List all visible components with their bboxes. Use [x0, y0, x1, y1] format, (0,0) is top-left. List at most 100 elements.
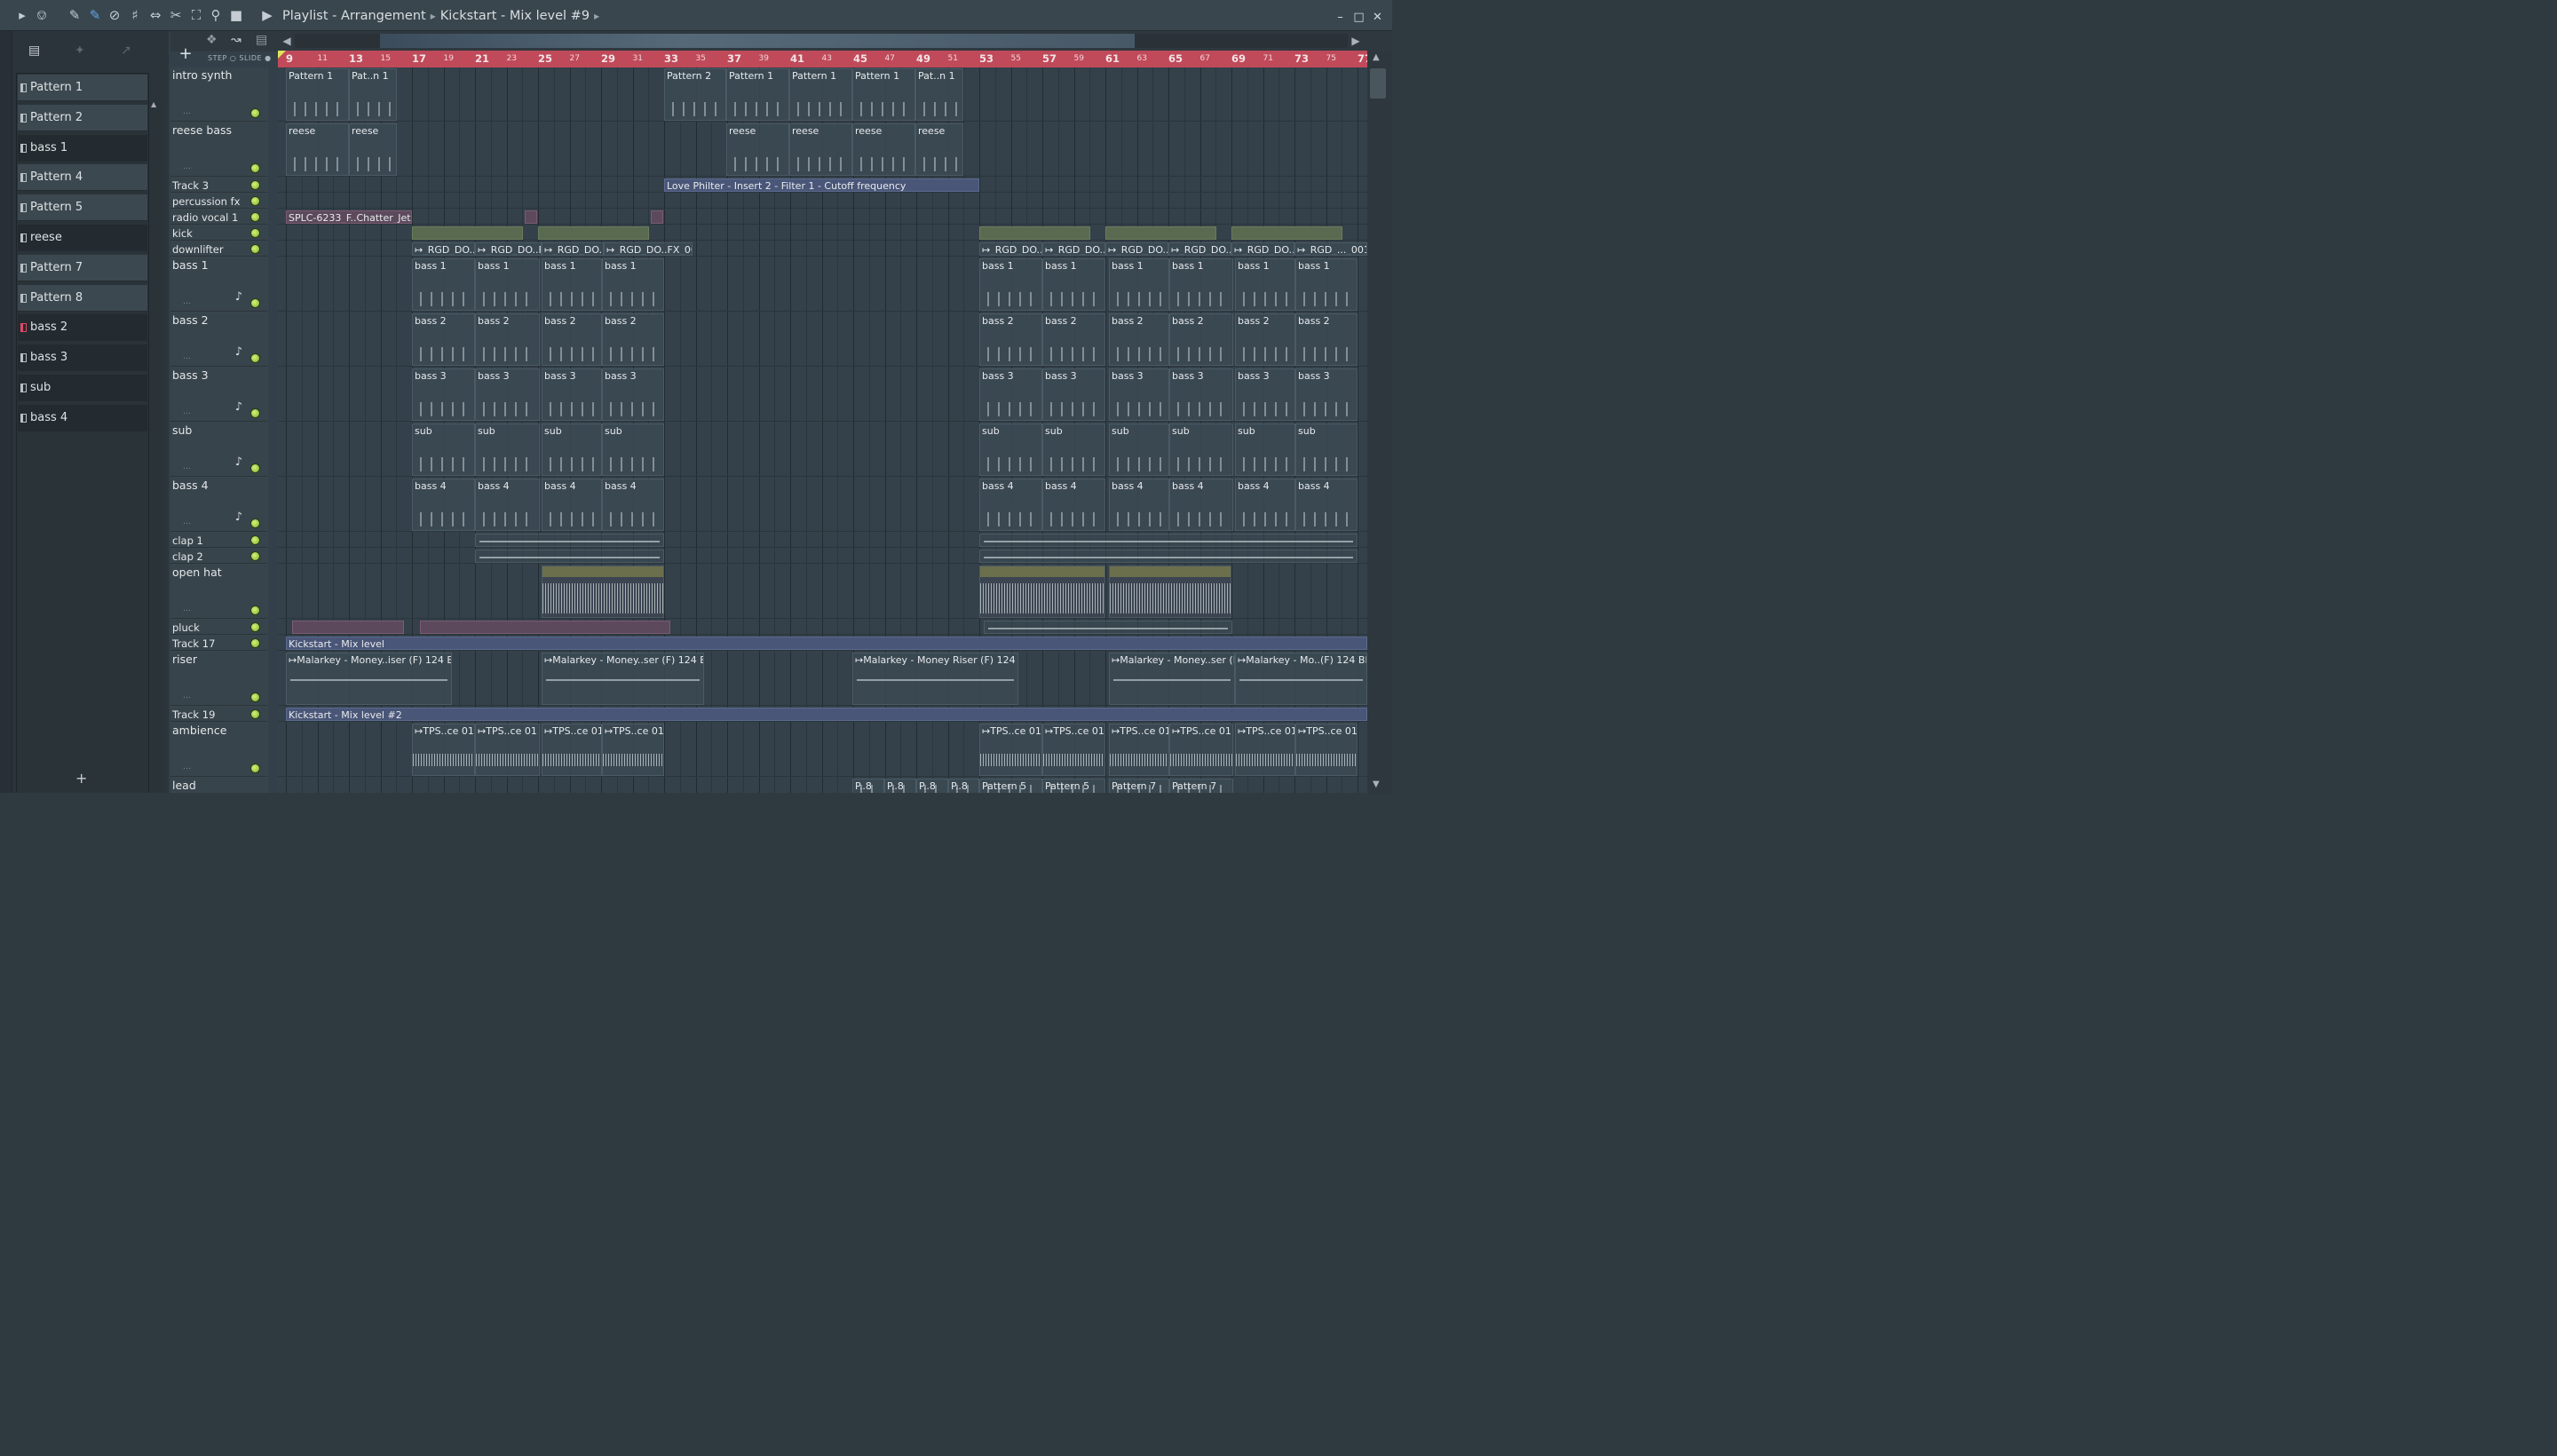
track-enable-led[interactable] [250, 108, 260, 118]
track-resize-handle[interactable]: … [183, 763, 191, 772]
track-enable-led[interactable] [250, 196, 260, 206]
breadcrumb-playlist[interactable]: Playlist - Arrangement [282, 7, 426, 25]
playlist-clip[interactable]: TPS..ce 01 [542, 724, 602, 776]
playlist-clip[interactable]: bass 4 [542, 479, 602, 531]
playlist-clip[interactable] [979, 534, 1358, 547]
playlist-clip[interactable]: Pattern 1 [726, 68, 789, 121]
playhead-marker[interactable] [278, 51, 286, 59]
playlist-clip[interactable]: TPS..ce 01 [1295, 724, 1358, 776]
playlist-clip[interactable] [984, 621, 1232, 634]
close-button[interactable]: ✕ [1368, 11, 1387, 24]
scroll-right-icon[interactable]: ▶ [1350, 34, 1362, 48]
playlist-clip[interactable]: reese [726, 123, 789, 176]
select-icon[interactable]: ⛶ [188, 7, 204, 23]
track-header[interactable]: pluck [170, 620, 267, 635]
playlist-clip[interactable]: bass 4 [1235, 479, 1295, 531]
playlist-clip[interactable]: sub [1109, 423, 1169, 476]
curve-icon[interactable]: ↝ [231, 33, 241, 47]
playlist-clip[interactable] [538, 226, 649, 240]
playlist-clip[interactable]: _RGD_DO..F [1042, 242, 1105, 256]
pattern-item[interactable]: Pattern 2 [18, 104, 147, 131]
speaker-icon[interactable]: ▶ [259, 7, 275, 23]
playlist-clip[interactable]: sub [1235, 423, 1295, 476]
playlist-clip[interactable]: Pattern 7 [1109, 779, 1169, 793]
playlist-clip[interactable]: bass 1 [1235, 258, 1295, 311]
playlist-clip[interactable]: SPLC-6233_F..Chatter_Jet [286, 210, 412, 224]
pattern-item[interactable]: bass 3 [18, 344, 147, 372]
pattern-item[interactable]: Pattern 1 [18, 75, 147, 101]
playlist-clip[interactable]: sub [602, 423, 664, 476]
playlist-clip[interactable]: bass 4 [979, 479, 1042, 531]
playlist-clip[interactable]: bass 1 [475, 258, 540, 311]
playlist-clip[interactable] [292, 621, 404, 634]
playlist-clip[interactable]: bass 4 [412, 479, 475, 531]
playlist-clip[interactable]: TPS..ce 01 [1109, 724, 1169, 776]
playlist-clip[interactable]: bass 2 [1042, 313, 1105, 366]
playlist-clip[interactable]: bass 3 [1109, 368, 1169, 421]
track-resize-handle[interactable]: … [183, 463, 191, 471]
playlist-clip[interactable]: bass 2 [602, 313, 664, 366]
playlist-clip[interactable] [979, 550, 1358, 563]
playlist-clip[interactable] [475, 534, 664, 547]
track-lane[interactable] [278, 194, 1367, 209]
playlist-clip[interactable]: bass 3 [1042, 368, 1105, 421]
playlist-clip[interactable]: reese [286, 123, 349, 176]
track-enable-led[interactable] [250, 298, 260, 308]
playlist-clip[interactable]: reese [349, 123, 397, 176]
breadcrumb-arrangement[interactable]: Kickstart - Mix level #9 [440, 7, 590, 25]
playlist-clip[interactable] [420, 621, 670, 634]
playlist-clip[interactable]: bass 4 [475, 479, 540, 531]
playlist-clip[interactable]: bass 3 [1169, 368, 1233, 421]
playlist-clip[interactable]: bass 2 [1169, 313, 1233, 366]
playlist-clip[interactable]: bass 2 [475, 313, 540, 366]
track-enable-led[interactable] [250, 638, 260, 648]
pattern-item[interactable]: Pattern 4 [18, 164, 147, 192]
track-header[interactable]: percussion fx [170, 194, 267, 209]
step-label[interactable]: STEP [208, 54, 227, 62]
playlist-clip[interactable]: bass 1 [542, 258, 602, 311]
playlist-clip[interactable] [412, 226, 523, 240]
track-enable-led[interactable] [250, 551, 260, 561]
playlist-clip[interactable]: sub [542, 423, 602, 476]
playlist-clip[interactable]: Pat..n 1 [349, 68, 397, 121]
paint-icon[interactable]: ✎ [87, 7, 103, 23]
playlist-clip[interactable]: Pat..n 1 [915, 68, 963, 121]
track-enable-led[interactable] [250, 622, 260, 632]
playlist-clip[interactable]: TPS..ce 01 [1042, 724, 1105, 776]
vertical-scrollbar[interactable]: ▲ ▼ [1367, 51, 1392, 793]
playlist-clip[interactable]: bass 4 [602, 479, 664, 531]
playlist-clip[interactable] [525, 210, 537, 224]
track-resize-handle[interactable]: … [183, 162, 191, 171]
overview-thumb[interactable] [380, 34, 1135, 48]
playlist-clip[interactable]: bass 4 [1295, 479, 1358, 531]
delete-icon[interactable]: ⊘ [107, 7, 123, 23]
playlist-clip[interactable] [542, 566, 664, 618]
zoom-icon[interactable]: ⚲ [208, 7, 224, 23]
playlist-clip[interactable]: Pattern 1 [789, 68, 852, 121]
slice-icon[interactable]: ✂ [168, 7, 184, 23]
slip-icon[interactable]: ⇔ [147, 7, 163, 23]
track-header[interactable]: clap 2 [170, 549, 267, 564]
playlist-clip[interactable]: bass 2 [979, 313, 1042, 366]
playlist-clip[interactable]: Malarkey - Money..ser (F) [1109, 653, 1235, 705]
automation-icon[interactable]: ↗ [121, 44, 131, 58]
track-resize-handle[interactable]: … [183, 107, 191, 116]
playlist-clip[interactable]: P..8 [852, 779, 884, 793]
playlist-clip[interactable]: Malarkey - Money..ser (F) 124 BPM [542, 653, 704, 705]
track-header[interactable]: downlifter [170, 241, 267, 257]
scroll-left-icon[interactable]: ◀ [281, 34, 293, 48]
playlist-clip[interactable]: TPS..ce 01 [602, 724, 664, 776]
track-header[interactable]: radio vocal 1 [170, 210, 267, 225]
playlist-clip[interactable]: _RGD_DO.. [1105, 242, 1168, 256]
playlist-clip[interactable]: bass 2 [1295, 313, 1358, 366]
track-enable-led[interactable] [250, 692, 260, 702]
track-header[interactable]: clap 1 [170, 533, 267, 548]
playlist-clip[interactable]: TPS..ce 01 [979, 724, 1042, 776]
playlist-clip[interactable]: Kickstart - Mix level [286, 637, 1367, 650]
playlist-clip[interactable] [651, 210, 663, 224]
track-header[interactable]: Track 19 [170, 707, 267, 722]
playlist-clip[interactable]: Kickstart - Mix level #2 [286, 708, 1367, 721]
pattern-item[interactable]: bass 1 [18, 134, 147, 162]
playlist-clip[interactable]: TPS..ce 01 [1235, 724, 1295, 776]
pattern-list-scrollbar[interactable]: ▲ [149, 100, 162, 793]
